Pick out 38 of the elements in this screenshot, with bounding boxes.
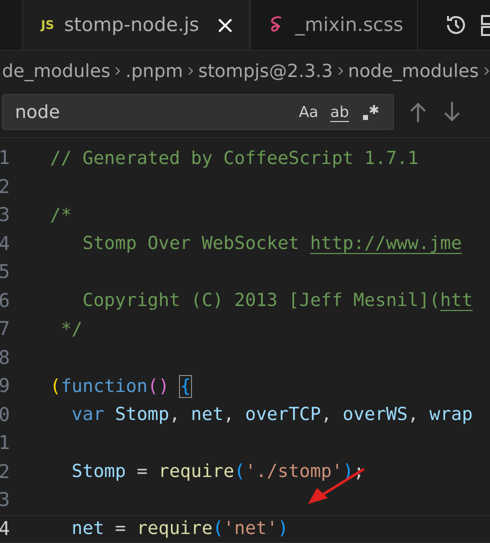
arrow-down-icon[interactable] [442,101,462,123]
tab-label: stomp-node.js [64,14,200,36]
code-line: // Generated by CoffeeScript 1.7.1 [50,148,418,169]
link[interactable]: http://www.jme [310,233,462,254]
code-line: Copyright (C) 2013 [Jeff Mesnil](htt [82,290,473,312]
line-number: 1 [0,432,10,454]
breadcrumb-item[interactable]: de_modules [2,60,110,82]
line-number: 7 [0,318,10,340]
breadcrumb-item[interactable]: .pnpm [126,60,184,82]
whole-word-toggle[interactable]: ab [326,98,353,126]
editor-tab[interactable]: JS stomp-node.js × [22,0,250,50]
breadcrumb-item[interactable]: node_modules [348,60,479,82]
match-case-toggle[interactable]: Aa [294,98,322,126]
line-number: 8 [0,346,10,369]
code-line: var Stomp, net, overTCP, overWS, wrap [70,404,473,426]
line-number: 2 [0,460,10,483]
code-line: */ [60,318,83,340]
line-number: 5 [0,261,10,284]
line-number: 3 [0,489,10,512]
find-field[interactable]: node Aa ab [2,94,394,130]
line-number: 2 [0,176,10,198]
breadcrumb-item[interactable]: stompjs@2.3.3 [198,60,333,82]
close-icon[interactable]: × [215,11,236,39]
link[interactable]: htt [440,290,473,312]
line-number: 0 [0,404,10,426]
line-number: 6 [0,290,10,312]
line-number: 9 [0,375,10,398]
code-line: (function() { [50,376,191,397]
code-line: net = require('net') [70,518,288,540]
arrow-up-icon[interactable] [408,101,428,123]
javascript-file-icon: JS [41,18,54,32]
line-number: 1 [0,147,10,170]
tab-label: _mixin.scss [295,14,404,36]
line-number: 3 [0,204,10,226]
regex-icon [361,102,381,122]
editor-tab[interactable]: _mixin.scss [250,0,418,50]
code-line: Stomp Over WebSocket http://www.jme [82,233,462,254]
code-line: /* [50,204,72,226]
